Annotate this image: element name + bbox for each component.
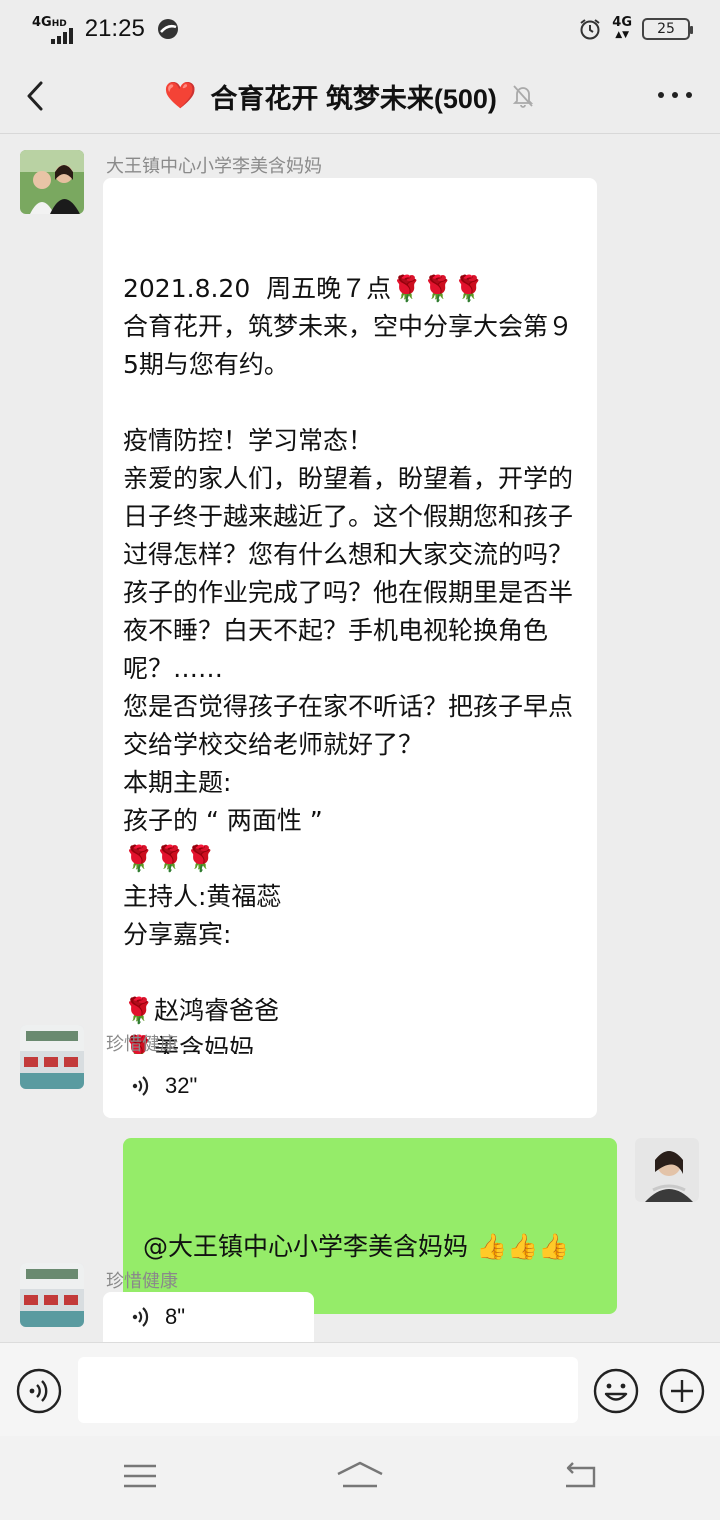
system-nav-bar [0, 1436, 720, 1520]
back-button[interactable] [20, 78, 50, 114]
sender-name: 珍惜健康 [106, 1271, 178, 1292]
chat-title-group: ❤️ 合育花开 筑梦未来(500) [164, 74, 535, 118]
voice-mode-icon [16, 1368, 62, 1414]
voice-input-button[interactable] [16, 1368, 62, 1414]
voice-wave-icon [132, 1076, 149, 1096]
sender-name: 珍惜健康 [106, 1034, 178, 1055]
network-right-indicator: 4G ▲▼ [612, 15, 632, 41]
voice-duration: 32" [165, 1073, 198, 1098]
emoji-button[interactable] [592, 1367, 640, 1415]
home-icon [337, 1461, 383, 1488]
smiley-icon [593, 1368, 639, 1414]
status-right: 4G ▲▼ 25 [578, 15, 693, 41]
avatar[interactable] [20, 1263, 84, 1327]
network-right-label: 4G [612, 15, 632, 30]
voice-wave-icon [132, 1307, 149, 1327]
avatar[interactable] [20, 1025, 84, 1089]
avatar-photo-icon [20, 150, 84, 214]
mute-bell-icon [512, 85, 534, 108]
voice-duration: 8" [165, 1304, 186, 1329]
my-avatar[interactable] [635, 1138, 699, 1202]
voice-message-bubble[interactable]: 32" [103, 1054, 373, 1118]
message-input[interactable] [78, 1357, 578, 1423]
menu-icon [124, 1464, 156, 1488]
return-icon [566, 1462, 596, 1488]
voice-message-bubble[interactable]: 8" [103, 1292, 314, 1342]
more-options-button[interactable] [658, 80, 692, 110]
app-notification-icon [157, 19, 178, 39]
network-type-label: 4G [32, 14, 52, 30]
message-bubble[interactable]: 2021.8.20 周五晚７点🌹🌹🌹 合育花开，筑梦未来，空中分享大会第９5期与… [103, 178, 597, 1118]
chat-title: 合育花开 筑梦未来(500) [210, 83, 497, 114]
status-bar: 4GHD 21:25 4G ▲▼ 25 [0, 0, 720, 58]
back-nav-button[interactable] [555, 1456, 605, 1496]
heart-icon: ❤️ [164, 81, 197, 111]
input-bar [0, 1342, 720, 1436]
dot-icon [658, 92, 664, 98]
plus-icon [659, 1368, 705, 1414]
network-indicator: 4GHD [32, 16, 67, 31]
dot-icon [686, 92, 692, 98]
avatar[interactable] [20, 150, 84, 214]
network-hd-label: HD [51, 18, 67, 29]
message-text: 2021.8.20 周五晚７点🌹🌹🌹 合育花开，筑梦未来，空中分享大会第９5期与… [123, 274, 574, 1063]
data-arrows-icon: ▲▼ [615, 30, 630, 40]
alarm-icon [580, 19, 600, 40]
outgoing-message-bubble[interactable]: @大王镇中心小学李美含妈妈 👍👍👍 [123, 1138, 617, 1314]
battery-level: 25 [657, 21, 675, 37]
avatar-photo-icon [635, 1138, 699, 1202]
home-nav-button[interactable] [335, 1456, 385, 1496]
chat-header: ❤️ 合育花开 筑梦未来(500) [0, 58, 720, 134]
sender-name: 大王镇中心小学李美含妈妈 [106, 156, 322, 177]
dot-icon [672, 92, 678, 98]
status-time: 21:25 [84, 15, 145, 42]
menu-nav-button[interactable] [115, 1456, 165, 1496]
chevron-left-icon [27, 81, 43, 111]
avatar-photo-icon [20, 1263, 84, 1327]
status-left: 4GHD 21:25 [32, 14, 179, 44]
battery-icon: 25 [642, 18, 693, 40]
more-actions-button[interactable] [658, 1367, 706, 1415]
avatar-photo-icon [20, 1025, 84, 1089]
message-text: @大王镇中心小学李美含妈妈 👍👍👍 [143, 1232, 570, 1261]
